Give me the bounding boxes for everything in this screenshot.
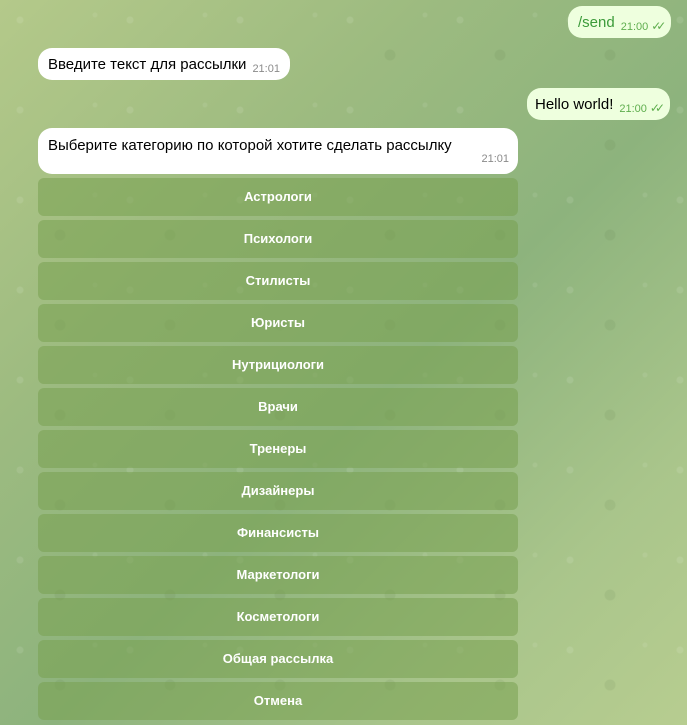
incoming-message[interactable]: Введите текст для рассылки 21:01 [38,48,290,80]
category-button-cosmetologists[interactable]: Косметологи [38,598,518,636]
general-broadcast-button[interactable]: Общая рассылка [38,640,518,678]
double-check-icon: ✓✓ [651,19,666,33]
incoming-message[interactable]: Выберите категорию по которой хотите сде… [38,128,518,174]
category-button-stylists[interactable]: Стилисты [38,262,518,300]
category-button-psychologists[interactable]: Психологи [38,220,518,258]
outgoing-message[interactable]: /send 21:00 ✓✓ [568,6,672,38]
message-time: 21:01 [252,63,280,75]
category-button-marketers[interactable]: Маркетологи [38,556,518,594]
category-button-designers[interactable]: Дизайнеры [38,472,518,510]
category-button-astrologers[interactable]: Астрологи [38,178,518,216]
category-button-nutritionists[interactable]: Нутрициологи [38,346,518,384]
message-time: 21:00 ✓✓ [620,19,667,33]
message-time: 21:01 [481,153,509,165]
inline-keyboard: Астрологи Психологи Стилисты Юристы Нутр… [38,178,518,724]
message-time: 21:00 ✓✓ [619,101,665,115]
category-button-doctors[interactable]: Врачи [38,388,518,426]
category-button-lawyers[interactable]: Юристы [38,304,518,342]
cancel-button[interactable]: Отмена [38,682,518,720]
message-text[interactable]: /send [578,14,615,31]
double-check-icon: ✓✓ [649,101,665,115]
outgoing-message[interactable]: Hello world! 21:00 ✓✓ [527,88,671,120]
message-text: Hello world! [535,96,614,113]
category-button-financiers[interactable]: Финансисты [38,514,518,552]
category-button-trainers[interactable]: Тренеры [38,430,518,468]
message-text: Выберите категорию по которой хотите сде… [48,137,452,154]
message-text: Введите текст для рассылки [48,56,247,73]
